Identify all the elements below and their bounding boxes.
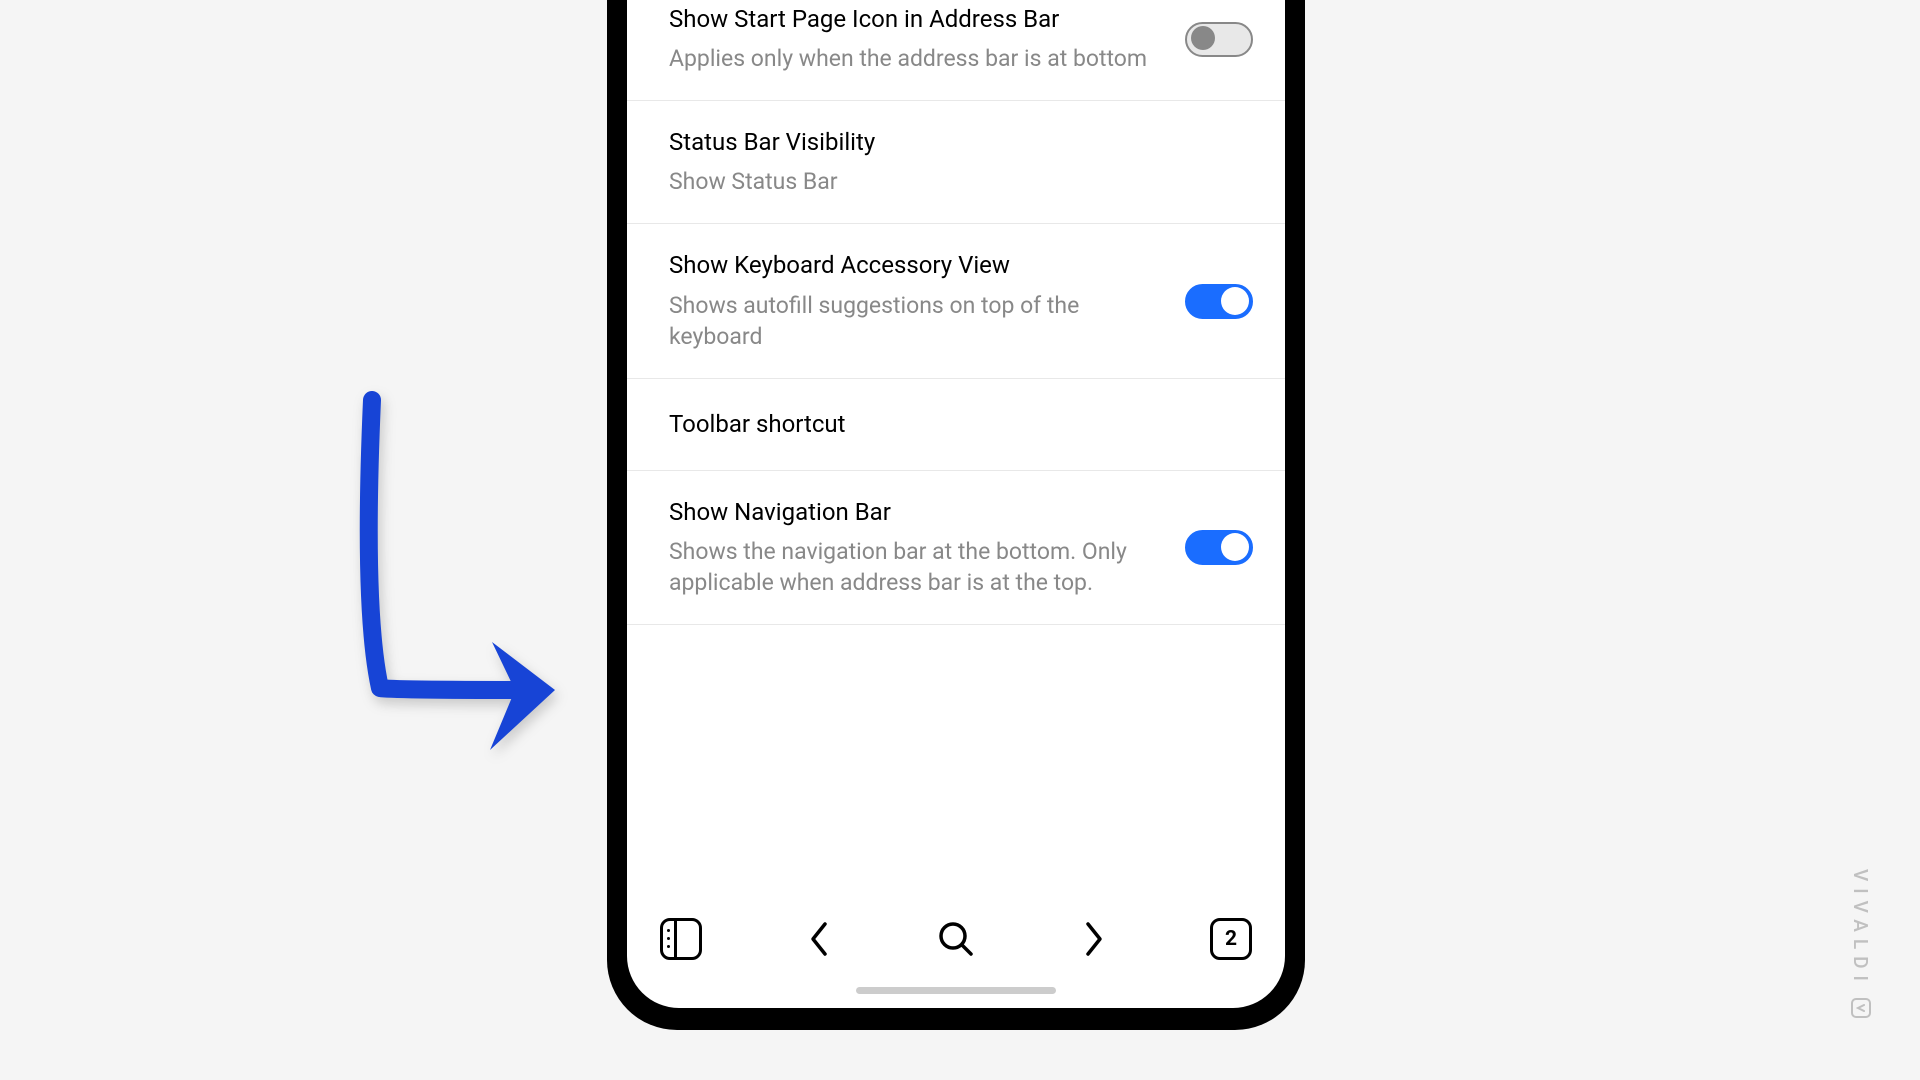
tabs-button[interactable]: 2 xyxy=(1207,915,1255,963)
branding-text: VIVALDI xyxy=(1849,869,1872,988)
setting-toolbar-shortcut[interactable]: Toolbar shortcut xyxy=(627,379,1285,471)
toggle-start-page-icon[interactable] xyxy=(1185,22,1253,57)
search-icon xyxy=(937,920,975,958)
vivaldi-logo-icon xyxy=(1851,998,1871,1018)
panel-icon xyxy=(660,918,702,960)
setting-text: Show Navigation Bar Shows the navigation… xyxy=(669,497,1185,598)
annotation-arrow-icon xyxy=(340,390,580,770)
setting-title: Show Navigation Bar xyxy=(669,497,1165,528)
back-button[interactable] xyxy=(795,915,843,963)
setting-title: Show Keyboard Accessory View xyxy=(669,250,1165,281)
tab-count-badge: 2 xyxy=(1210,918,1252,960)
phone-frame: Show toolbars while scrolling Show Start… xyxy=(607,0,1305,1030)
toggle-knob xyxy=(1221,533,1249,561)
search-button[interactable] xyxy=(932,915,980,963)
chevron-right-icon xyxy=(1082,920,1106,958)
setting-title: Status Bar Visibility xyxy=(669,127,1233,158)
setting-keyboard-accessory[interactable]: Show Keyboard Accessory View Shows autof… xyxy=(627,224,1285,378)
phone-screen: Show toolbars while scrolling Show Start… xyxy=(627,0,1285,1008)
settings-list: Show toolbars while scrolling Show Start… xyxy=(627,0,1285,898)
setting-subtitle: Shows the navigation bar at the bottom. … xyxy=(669,536,1165,598)
toggle-keyboard-accessory[interactable] xyxy=(1185,284,1253,319)
setting-title: Toolbar shortcut xyxy=(669,409,1233,440)
setting-title: Show Start Page Icon in Address Bar xyxy=(669,4,1165,35)
setting-text: Show Keyboard Accessory View Shows autof… xyxy=(669,250,1185,351)
setting-show-navigation-bar[interactable]: Show Navigation Bar Shows the navigation… xyxy=(627,471,1285,625)
toggle-show-navigation-bar[interactable] xyxy=(1185,530,1253,565)
vivaldi-branding: VIVALDI xyxy=(1849,869,1872,1018)
forward-button[interactable] xyxy=(1070,915,1118,963)
setting-subtitle: Show Status Bar xyxy=(669,166,1233,197)
setting-subtitle: Applies only when the address bar is at … xyxy=(669,43,1165,74)
setting-text: Show Start Page Icon in Address Bar Appl… xyxy=(669,4,1185,74)
setting-text: Toolbar shortcut xyxy=(669,409,1253,440)
chevron-left-icon xyxy=(807,920,831,958)
setting-start-page-icon[interactable]: Show Start Page Icon in Address Bar Appl… xyxy=(627,0,1285,101)
home-indicator xyxy=(856,987,1056,994)
setting-subtitle: Shows autofill suggestions on top of the… xyxy=(669,290,1165,352)
setting-status-bar-visibility[interactable]: Status Bar Visibility Show Status Bar xyxy=(627,101,1285,224)
bottom-navigation-bar: 2 xyxy=(627,898,1285,1008)
toggle-knob xyxy=(1191,26,1215,50)
panel-button[interactable] xyxy=(657,915,705,963)
tab-count-value: 2 xyxy=(1225,927,1237,951)
setting-text: Status Bar Visibility Show Status Bar xyxy=(669,127,1253,197)
toggle-knob xyxy=(1221,287,1249,315)
